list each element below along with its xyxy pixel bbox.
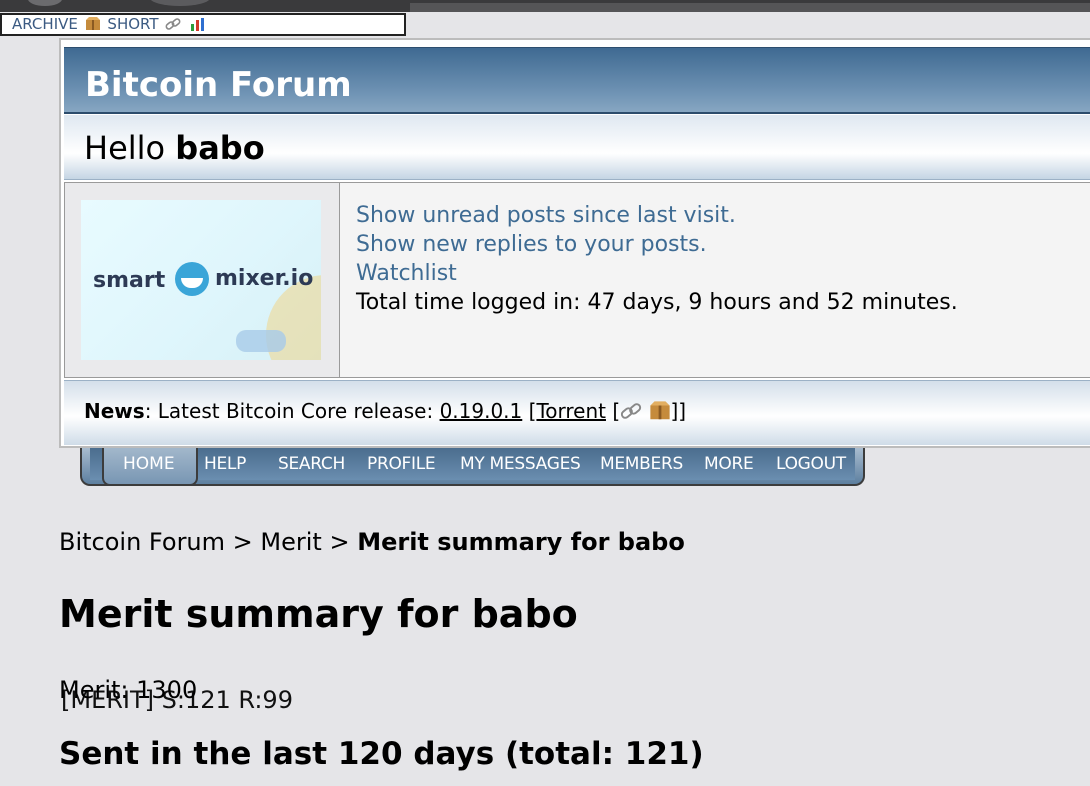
smartmixer-logo-icon — [175, 262, 209, 296]
menu-profile[interactable]: PROFILE — [367, 454, 436, 474]
forum-header-container: Bitcoin Forum Hello babo smart mixer.io … — [59, 38, 1090, 448]
menu-home-tab[interactable]: HOME — [102, 448, 198, 486]
merit-total: Merit: 1300 — [59, 676, 198, 704]
new-replies-link[interactable]: Show new replies to your posts. — [356, 230, 958, 259]
news-label: News — [84, 399, 145, 423]
news-text: News: Latest Bitcoin Core release: 0.19.… — [84, 399, 686, 423]
window-control — [28, 0, 62, 6]
menu-search[interactable]: SEARCH — [278, 454, 345, 474]
chart-icon — [191, 18, 205, 31]
window-control — [150, 0, 210, 6]
breadcrumb-merit[interactable]: Merit — [260, 528, 321, 556]
extension-bar: ARCHIVE SHORT [MERIT] S:121 R:99 — [0, 13, 406, 712]
username: babo — [175, 129, 265, 167]
greeting-prefix: Hello — [84, 129, 176, 167]
breadcrumb-root[interactable]: Bitcoin Forum — [59, 528, 225, 556]
toolbar-strip — [410, 3, 1090, 12]
greeting: Hello babo — [84, 129, 265, 167]
ad-word-smart: smart — [93, 268, 166, 293]
forum-title: Bitcoin Forum — [85, 65, 352, 105]
watchlist-link[interactable]: Watchlist — [356, 259, 958, 288]
breadcrumb: Bitcoin Forum > Merit > Merit summary fo… — [59, 528, 685, 556]
browser-top-strip — [0, 0, 1090, 12]
package-icon[interactable] — [649, 401, 671, 421]
breadcrumb-current: Merit summary for babo — [357, 528, 685, 556]
sent-section-heading: Sent in the last 120 days (total: 121) — [59, 736, 704, 772]
ad-word-mixer: mixer.io — [215, 266, 314, 291]
breadcrumb-separator: > — [225, 528, 261, 556]
news-body: : Latest Bitcoin Core release: — [144, 399, 440, 423]
core-version-link[interactable]: 0.19.0.1 — [440, 399, 523, 423]
breadcrumb-separator: > — [321, 528, 358, 556]
menu-home[interactable]: HOME — [123, 454, 175, 474]
news-bracket: [ — [605, 399, 621, 423]
ad-cell: smart mixer.io — [65, 183, 340, 377]
torrent-link[interactable]: Torrent — [536, 399, 606, 423]
news-close: ]] — [670, 399, 687, 423]
page-title: Merit summary for babo — [59, 592, 578, 636]
menu-more[interactable]: MORE — [704, 454, 754, 474]
user-info-box: smart mixer.io Show unread posts since l… — [64, 182, 1090, 378]
greeting-bar: Hello babo — [64, 115, 1090, 180]
package-icon — [85, 17, 100, 30]
short-link[interactable]: SHORT — [107, 15, 158, 33]
menu-logout[interactable]: LOGOUT — [776, 454, 846, 474]
time-logged-in: Total time logged in: 47 days, 9 hours a… — [356, 290, 958, 315]
user-links: Show unread posts since last visit. Show… — [356, 201, 958, 317]
menu-help[interactable]: HELP — [204, 454, 246, 474]
mask-graphic — [236, 330, 286, 352]
archive-link[interactable]: ARCHIVE — [12, 15, 78, 33]
news-open-bracket: [ — [522, 399, 537, 423]
news-bar: News: Latest Bitcoin Core release: 0.19.… — [64, 380, 1090, 445]
smartmixer-ad-banner[interactable]: smart mixer.io — [81, 200, 321, 360]
main-menu-bar: HELP SEARCH PROFILE MY MESSAGES MEMBERS … — [80, 448, 865, 486]
menu-inner: HELP SEARCH PROFILE MY MESSAGES MEMBERS … — [90, 448, 855, 480]
link-icon[interactable] — [620, 401, 642, 421]
link-icon — [165, 18, 181, 30]
menu-my-messages[interactable]: MY MESSAGES — [460, 454, 581, 474]
forum-title-bar: Bitcoin Forum — [64, 47, 1090, 114]
unread-posts-link[interactable]: Show unread posts since last visit. — [356, 201, 958, 230]
menu-members[interactable]: MEMBERS — [600, 454, 683, 474]
